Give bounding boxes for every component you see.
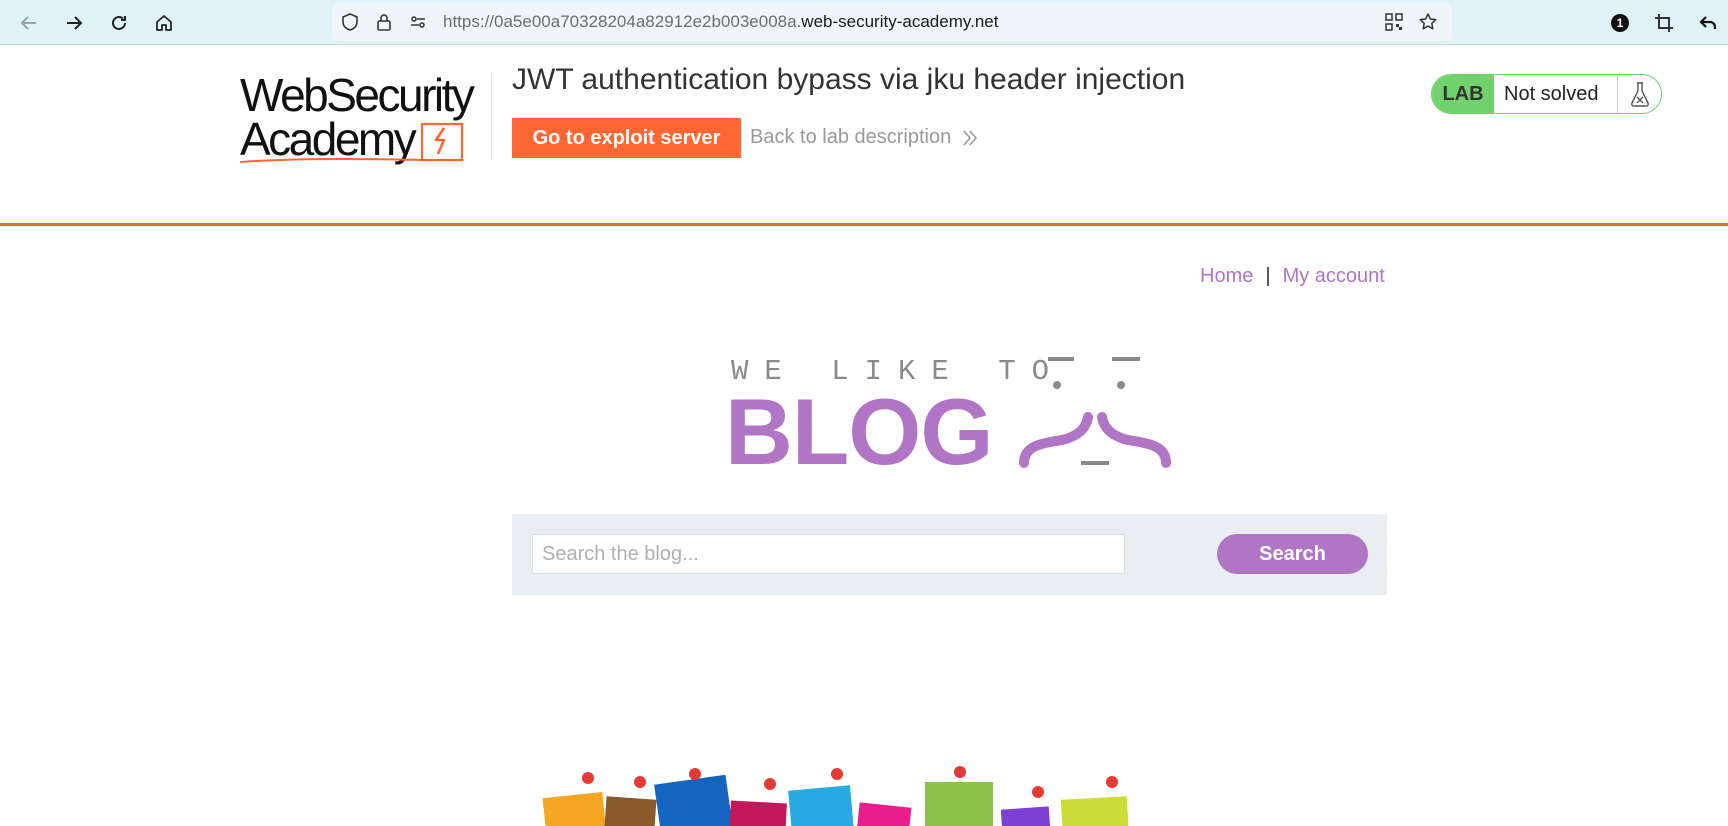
home-link[interactable]: Home	[1200, 265, 1253, 287]
lab-solved-status: Not solved	[1504, 83, 1599, 105]
forward-arrow-icon[interactable]	[58, 7, 90, 39]
lab-badge: LAB	[1432, 75, 1494, 113]
undo-arrow-icon[interactable]	[1692, 7, 1724, 39]
home-icon[interactable]	[148, 7, 180, 39]
site-permissions-icon[interactable]	[408, 12, 428, 32]
logo-underline-icon	[239, 157, 426, 163]
blog-banner: WE LIKE TO BLOG	[720, 345, 1180, 479]
web-security-academy-logo[interactable]: WebSecurity Academy	[239, 69, 490, 164]
address-bar[interactable]: https://0a5e00a70328204a82912e2b003e008a…	[332, 3, 1452, 41]
go-to-exploit-server-button[interactable]: Go to exploit server	[512, 118, 741, 158]
browser-toolbar: https://0a5e00a70328204a82912e2b003e008a…	[0, 0, 1728, 45]
lock-icon[interactable]	[374, 12, 394, 32]
double-chevron-right-icon[interactable]	[962, 129, 978, 147]
search-button[interactable]: Search	[1217, 534, 1368, 574]
logo-text-top: WebSecurity	[240, 69, 475, 121]
qr-code-icon[interactable]	[1384, 12, 1404, 32]
search-input[interactable]	[532, 534, 1125, 574]
site-navigation: Home | My account	[1200, 265, 1385, 288]
header-divider	[491, 74, 492, 160]
blog-hero-image	[540, 760, 1370, 826]
banner-word: BLOG	[725, 379, 994, 484]
flask-icon	[1617, 75, 1661, 113]
shield-icon[interactable]	[340, 12, 360, 32]
reload-icon[interactable]	[103, 7, 135, 39]
search-panel: Search	[512, 514, 1387, 595]
url-text[interactable]: https://0a5e00a70328204a82912e2b003e008a…	[443, 12, 998, 32]
brace-face-icon	[1019, 357, 1171, 468]
back-arrow-icon[interactable]	[13, 7, 45, 39]
back-to-lab-description-link[interactable]: Back to lab description	[750, 126, 951, 149]
nav-separator: |	[1265, 265, 1271, 287]
lab-status-widget: LAB Not solved	[1431, 74, 1662, 114]
extension-badge-icon[interactable]: 1	[1604, 7, 1636, 39]
bookmark-star-icon[interactable]	[1418, 12, 1438, 32]
my-account-link[interactable]: My account	[1283, 265, 1385, 287]
crop-icon[interactable]	[1648, 7, 1680, 39]
lab-title: JWT authentication bypass via jku header…	[512, 63, 1186, 96]
